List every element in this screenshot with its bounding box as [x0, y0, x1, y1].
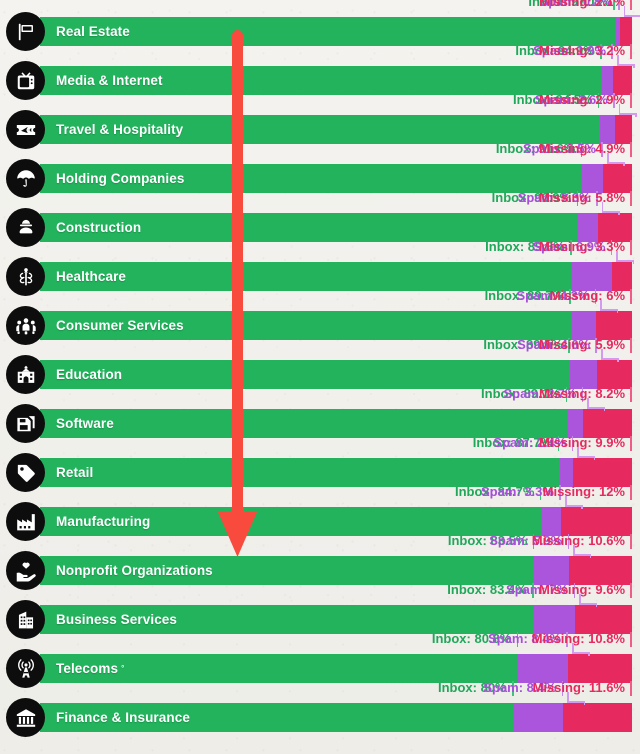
missing-leader-line	[573, 545, 592, 559]
bar-value-labels: Inbox: 89.8% Spam: 6.9% Missing: 3.3%	[40, 234, 632, 255]
missing-leader-right-stem	[617, 358, 620, 363]
missing-value-label: Missing: 8.2%	[539, 386, 625, 401]
missing-leader-right-stem	[618, 211, 620, 216]
bar-value-labels: Inbox: 80% Spam: 8.4% Missing: 11.6%	[40, 675, 632, 696]
missing-value-label-tick	[630, 583, 632, 598]
bar-value-labels: Inbox: 90.9% Spam: 3.3% Missing: 5.8%	[40, 185, 632, 206]
missing-leader-line	[616, 251, 635, 265]
missing-leader-line	[567, 692, 586, 706]
missing-value-label: Missing: 2.1%	[539, 0, 625, 9]
construction-worker-icon	[6, 208, 45, 247]
missing-leader-right-stem	[589, 554, 592, 559]
missing-leader-right-stem	[616, 309, 619, 314]
missing-leader-right-stem	[581, 505, 583, 510]
missing-value-label-tick	[630, 387, 632, 402]
missing-leader-horizontal	[577, 456, 596, 458]
missing-value-label-tick	[630, 534, 632, 549]
missing-leader-horizontal	[623, 15, 640, 17]
chart-row: Finance & Insurance Inbox: 80% Spam: 8.4% M…	[0, 680, 640, 739]
price-tag-icon	[6, 453, 45, 492]
missing-leader-right-stem	[623, 162, 625, 167]
missing-leader-horizontal	[617, 64, 636, 66]
missing-value-label: Missing: 6%	[549, 288, 625, 303]
missing-leader-right-stem	[603, 407, 606, 412]
missing-leader-right-stem	[593, 456, 596, 461]
missing-leader-line	[623, 6, 640, 20]
missing-value-label-tick	[630, 142, 632, 157]
missing-leader-horizontal	[564, 505, 583, 507]
bar-value-labels: Inbox: 94.9% Spam: 1.9% Missing: 3.2%	[40, 38, 632, 59]
bar-value-labels: Inbox: 89.5% Spam: 4.6% Missing: 5.9%	[40, 332, 632, 353]
school-building-icon	[6, 355, 45, 394]
caduceus-icon	[6, 257, 45, 296]
missing-value-label: Missing: 12%	[542, 484, 625, 499]
people-group-icon	[6, 306, 45, 345]
missing-leader-right-stem	[633, 64, 636, 69]
missing-leader-right-stem	[583, 701, 586, 706]
missing-leader-horizontal	[573, 554, 592, 556]
stacked-bar-chart: Real Estate Inbox: 97.1% Spam: 0.8% Missing…	[0, 0, 640, 754]
broadcast-tower-icon	[6, 649, 45, 688]
umbrella-icon	[6, 159, 45, 198]
television-icon	[6, 61, 45, 100]
missing-leader-horizontal	[572, 652, 591, 654]
bar-value-labels: Inbox: 80.8% Spam: 8.4% Missing: 10.8%	[40, 626, 632, 647]
plane-ticket-icon	[6, 110, 45, 149]
missing-leader-horizontal	[587, 407, 606, 409]
bar-segment-inbox	[40, 703, 514, 732]
office-building-icon	[6, 600, 45, 639]
bar-value-labels: Inbox: 89.1% Spam: 2.7% Missing: 8.2%	[40, 381, 632, 402]
bank-icon	[6, 698, 45, 737]
missing-leader-right-stem	[635, 113, 637, 118]
missing-leader-line	[600, 300, 619, 314]
missing-leader-right-stem	[632, 260, 635, 265]
floppy-disk-icon	[6, 404, 45, 443]
bar-value-labels: Inbox: 87.7% Spam: 2.4% Missing: 9.9%	[40, 430, 632, 451]
missing-leader-line	[572, 643, 591, 657]
missing-leader-horizontal	[601, 211, 620, 213]
missing-value-label-tick	[630, 289, 632, 304]
bar-value-labels: Inbox: 84.7% Spam: 3.3% Missing: 12%	[40, 479, 632, 500]
missing-leader-line	[579, 594, 598, 608]
stacked-bar	[40, 703, 632, 732]
missing-value-label-tick	[630, 191, 632, 206]
missing-leader-horizontal	[601, 358, 620, 360]
missing-leader-line	[587, 398, 606, 412]
missing-leader-horizontal	[616, 260, 635, 262]
bar-value-labels: Inbox: 89.7% Spam: 4.3% Missing: 6%	[40, 283, 632, 304]
real-estate-sign-icon	[6, 12, 45, 51]
missing-leader-line	[617, 55, 636, 69]
missing-leader-line	[601, 202, 620, 216]
hand-heart-icon	[6, 551, 45, 590]
missing-leader-horizontal	[618, 113, 637, 115]
missing-value-label-tick	[630, 436, 632, 451]
bar-value-labels: Inbox: 91.6% Spam: 3.5% Missing: 4.9%	[40, 136, 632, 157]
missing-value-label-tick	[630, 338, 632, 353]
missing-leader-horizontal	[606, 162, 625, 164]
bar-segment-spam	[513, 703, 564, 732]
missing-leader-right-stem	[595, 603, 598, 608]
missing-leader-line	[618, 104, 637, 118]
missing-leader-horizontal	[567, 701, 586, 703]
missing-leader-line	[564, 496, 583, 510]
missing-leader-horizontal	[579, 603, 598, 605]
missing-value-label-tick	[630, 485, 632, 500]
bar-value-labels: Inbox: 97.1% Spam: 0.8% Missing: 2.1%	[40, 0, 632, 10]
bar-segment-missing	[563, 703, 632, 732]
bar-value-labels: Inbox: 83.5% Spam: 5.9% Missing: 10.6%	[40, 528, 632, 549]
bar-value-labels: Inbox: 94.5% Spam: 2.6% Missing: 2.9%	[40, 87, 632, 108]
missing-leader-line	[601, 349, 620, 363]
missing-value-label-tick	[630, 632, 632, 647]
missing-leader-line	[577, 447, 596, 461]
missing-leader-right-stem	[588, 652, 591, 657]
missing-leader-line	[606, 153, 625, 167]
missing-leader-horizontal	[600, 309, 619, 311]
bar-value-labels: Inbox: 83.4% Spam: 7% Missing: 9.6%	[40, 577, 632, 598]
missing-value-label-tick	[630, 681, 632, 696]
factory-icon	[6, 502, 45, 541]
